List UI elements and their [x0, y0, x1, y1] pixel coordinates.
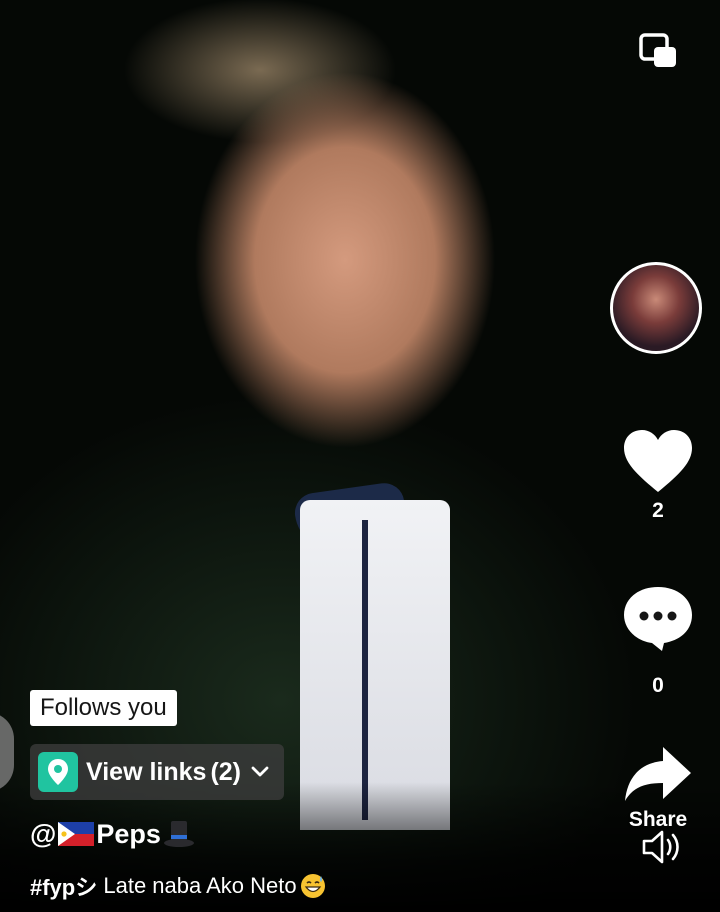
video-shirt-shape — [300, 500, 450, 830]
comment-button[interactable]: 0 — [620, 585, 696, 698]
like-count: 2 — [652, 499, 664, 522]
username-text: Peps — [96, 818, 161, 849]
share-arrow-icon — [625, 747, 691, 801]
follows-you-badge: Follows you — [30, 690, 177, 726]
comment-count: 0 — [652, 674, 664, 697]
grinning-sweat-emoji-icon — [300, 874, 325, 898]
comment-bubble-icon — [624, 587, 692, 651]
view-links-label: View links — [86, 757, 207, 786]
location-pin-icon — [38, 752, 78, 792]
video-player[interactable]: 2 0 Share Follows you View links (2) @ P… — [0, 0, 720, 912]
view-links-count: (2) — [210, 757, 241, 786]
caption-text: Late naba Ako Neto — [97, 873, 297, 898]
side-handle[interactable] — [0, 712, 14, 792]
philippines-flag-icon — [58, 822, 95, 846]
creator-username[interactable]: @ Peps — [30, 818, 195, 850]
heart-icon — [624, 430, 692, 492]
view-links-button[interactable]: View links (2) — [30, 744, 284, 800]
like-button[interactable]: 2 — [620, 428, 696, 523]
picture-in-picture-icon[interactable] — [638, 32, 678, 70]
chevron-down-icon — [251, 766, 269, 777]
creator-avatar[interactable] — [610, 262, 702, 354]
video-caption: #fypシ Late naba Ako Neto — [30, 870, 327, 902]
caption-hashtag[interactable]: #fypシ — [30, 870, 97, 902]
top-hat-icon — [163, 821, 194, 847]
username-prefix: @ — [30, 818, 57, 849]
speaker-icon[interactable] — [640, 826, 682, 868]
share-button[interactable]: Share — [620, 745, 696, 832]
